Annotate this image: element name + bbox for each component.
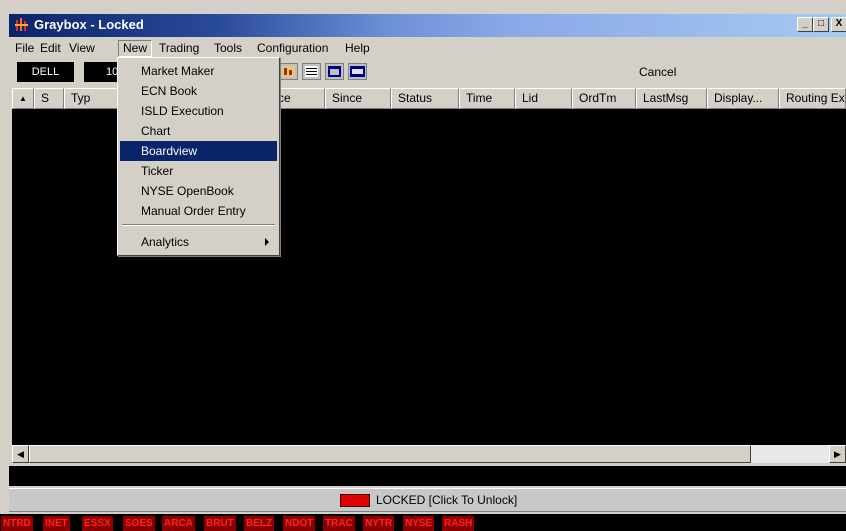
window-title: Graybox - Locked [34, 17, 144, 32]
scrollbar-thumb[interactable] [29, 445, 751, 463]
column-header-display[interactable]: Display... [707, 88, 779, 109]
chart-tool-icon[interactable] [279, 63, 298, 80]
menu-item-ecn-book[interactable]: ECN Book [120, 81, 277, 101]
message-bar [9, 466, 846, 486]
horizontal-scrollbar[interactable]: ◀ ▶ [12, 445, 846, 463]
maximize-button[interactable]: □ [813, 17, 829, 32]
ecn-tag: BRUT [204, 516, 236, 531]
column-header-routing[interactable]: Routing Ex [779, 88, 846, 109]
submenu-arrow-icon [265, 238, 269, 246]
ecn-tag: NYSE [403, 516, 435, 531]
menu-trading[interactable]: Trading [155, 40, 203, 57]
ecn-status-bar: NTRD INET ESSX SOES ARCA BRUT BELZ NDOT … [0, 514, 846, 531]
scroll-left-icon[interactable]: ◀ [12, 445, 29, 463]
menu-item-isld-execution[interactable]: ISLD Execution [120, 101, 277, 121]
menu-bar: File Edit View New Trading Tools Configu… [9, 37, 846, 58]
column-header-since[interactable]: Since [325, 88, 391, 109]
app-icon [15, 18, 28, 31]
window-tool-icon[interactable] [325, 63, 344, 80]
menu-item-ticker[interactable]: Ticker [120, 161, 277, 181]
ecn-tag: TRAC [323, 516, 355, 531]
menu-item-boardview[interactable]: Boardview [120, 141, 277, 161]
lock-status-bar[interactable]: LOCKED [Click To Unlock] [9, 488, 846, 512]
menu-item-manual-order-entry[interactable]: Manual Order Entry [120, 201, 277, 221]
symbol-field[interactable]: DELL [17, 62, 74, 82]
menu-item-nyse-openbook[interactable]: NYSE OpenBook [120, 181, 277, 201]
lock-status-text: LOCKED [Click To Unlock] [376, 493, 518, 507]
menu-file[interactable]: File [11, 40, 38, 57]
column-header-ordtm[interactable]: OrdTm [572, 88, 636, 109]
ecn-tag: NTRD [1, 516, 33, 531]
menu-item-market-maker[interactable]: Market Maker [120, 61, 277, 81]
column-header-lid[interactable]: Lid [515, 88, 572, 109]
column-header-status[interactable]: Status [391, 88, 459, 109]
menu-tools[interactable]: Tools [210, 40, 246, 57]
graybox-window: Graybox - Locked _ □ X File Edit View Ne… [0, 0, 846, 531]
minimize-button[interactable]: _ [797, 17, 813, 32]
ecn-tag: INET [43, 516, 70, 531]
ecn-tag: ESSX [82, 516, 113, 531]
ecn-tag: BELZ [244, 516, 275, 531]
menu-separator [122, 224, 275, 226]
ecn-tag: RASH [442, 516, 475, 531]
column-header-lastmsg[interactable]: LastMsg [636, 88, 707, 109]
menu-edit[interactable]: Edit [36, 40, 65, 57]
menu-item-analytics[interactable]: Analytics [120, 232, 277, 252]
ecn-tag: NYTR [363, 516, 395, 531]
column-header-time[interactable]: Time [459, 88, 515, 109]
menu-item-analytics-label: Analytics [141, 235, 190, 249]
sort-column-header[interactable]: ▲ [12, 88, 34, 109]
ecn-tag: NDOT [283, 516, 316, 531]
ecn-tag: ARCA [162, 516, 195, 531]
menu-configuration[interactable]: Configuration [253, 40, 332, 57]
title-bar[interactable]: Graybox - Locked _ □ X [9, 14, 846, 37]
column-header-s[interactable]: S [34, 88, 64, 109]
menu-view[interactable]: View [65, 40, 99, 57]
menu-item-chart[interactable]: Chart [120, 121, 277, 141]
list-tool-icon[interactable] [302, 63, 321, 80]
lock-indicator [340, 494, 370, 507]
cancel-label[interactable]: Cancel [639, 65, 676, 79]
menu-help[interactable]: Help [341, 40, 374, 57]
ecn-tag: SOES [123, 516, 155, 531]
close-button[interactable]: X [831, 17, 846, 32]
openbook-tool-icon[interactable] [348, 63, 367, 80]
scroll-right-icon[interactable]: ▶ [829, 445, 846, 463]
new-menu-dropdown: Market Maker ECN Book ISLD Execution Cha… [117, 57, 280, 256]
menu-new[interactable]: New [118, 40, 153, 57]
